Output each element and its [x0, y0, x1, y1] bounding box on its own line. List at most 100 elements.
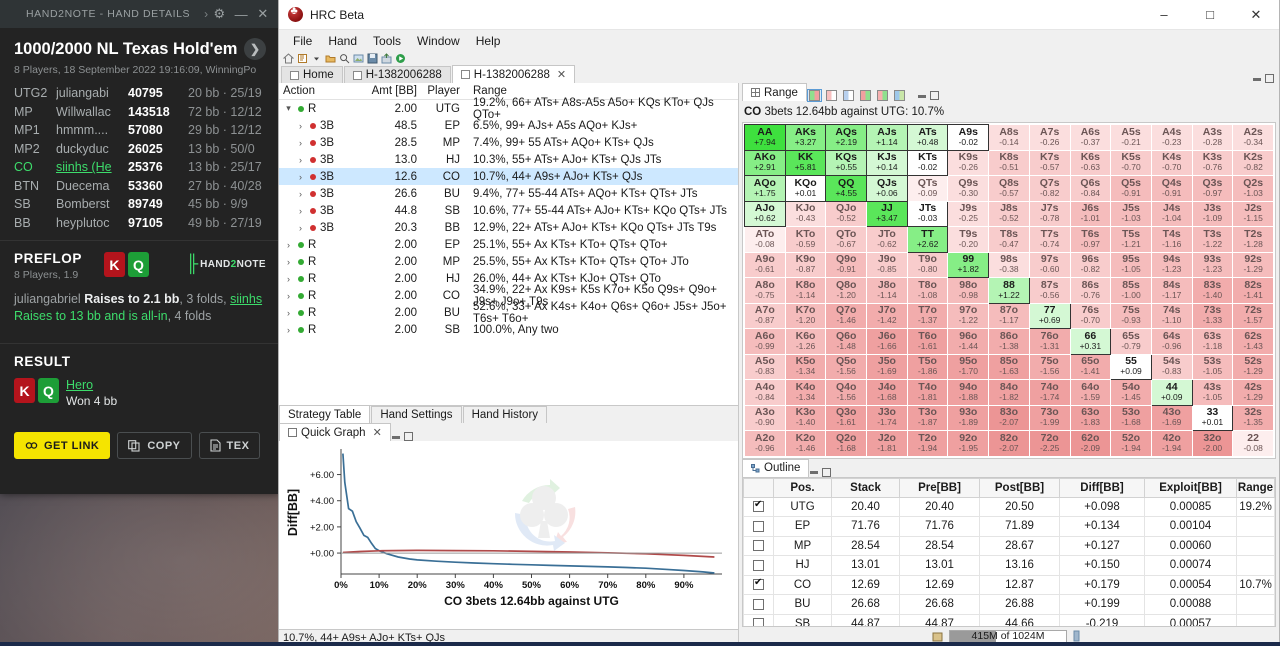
hand-cell-43s[interactable]: 43s -1.05: [1191, 379, 1234, 406]
hand-cell-ATo[interactable]: ATo -0.08: [744, 226, 786, 253]
hand-cell-AA[interactable]: AA +7.94: [744, 124, 786, 151]
range-view-2-icon[interactable]: [825, 90, 838, 101]
hand-cell-A5s[interactable]: A5s -0.21: [1110, 124, 1152, 151]
hand-cell-A7s[interactable]: A7s -0.26: [1028, 124, 1071, 151]
outline-col-pos[interactable]: Pos.: [773, 477, 832, 498]
hand-cell-64s[interactable]: 64s -0.96: [1150, 328, 1193, 355]
player-name[interactable]: Bomberst: [56, 197, 128, 211]
expand-toggle-icon[interactable]: ›: [295, 189, 306, 199]
hand-cell-53o[interactable]: 53o -1.68: [1110, 404, 1152, 431]
hand-cell-95s[interactable]: 95s -1.05: [1110, 251, 1152, 278]
hand-cell-77[interactable]: 77 +0.69: [1028, 302, 1071, 329]
close-icon[interactable]: ✕: [373, 426, 382, 439]
outline-col-range[interactable]: Range: [1236, 477, 1275, 498]
hand-cell-76o[interactable]: 76o -1.31: [1028, 328, 1071, 355]
hand-cell-22[interactable]: 22 -0.08: [1232, 430, 1274, 457]
hand-cell-KQo[interactable]: KQo +0.01: [784, 175, 827, 202]
tab-h-1382006288[interactable]: H-1382006288: [343, 66, 451, 83]
hand-cell-J8o[interactable]: J8o -1.14: [866, 277, 908, 304]
player-name[interactable]: Duecema: [56, 179, 128, 193]
range-view-1-icon[interactable]: [806, 89, 822, 102]
hand-cell-A9s[interactable]: A9s -0.02: [947, 124, 990, 151]
menu-file[interactable]: File: [285, 32, 320, 50]
hand-cell-K4s[interactable]: K4s -0.70: [1150, 149, 1193, 176]
hand-cell-T2o[interactable]: T2o -1.94: [906, 430, 949, 457]
hand-cell-A2s[interactable]: A2s -0.34: [1232, 124, 1274, 151]
player-row[interactable]: UTG2 juliangabi 40795 20 bb · 25/19: [14, 84, 266, 103]
hand-cell-94o[interactable]: 94o -1.88: [947, 379, 990, 406]
hand-cell-Q2s[interactable]: Q2s -1.03: [1232, 175, 1274, 202]
hand-cell-66[interactable]: 66 +0.31: [1069, 328, 1112, 355]
hand-cell-T7o[interactable]: T7o -1.37: [906, 302, 949, 329]
table-row[interactable]: › 3B 20.3 BB 12.9%, 22+ ATs+ AJo+ KTs+ KQo Q…: [279, 219, 738, 236]
panel-minimize-icon[interactable]: [917, 94, 926, 98]
new-icon[interactable]: [297, 53, 308, 64]
result-hero-label[interactable]: Hero: [66, 378, 117, 392]
hand-cell-72s[interactable]: 72s -1.57: [1232, 302, 1274, 329]
checkbox-icon[interactable]: [753, 520, 764, 532]
player-name[interactable]: hmmm....: [56, 123, 128, 137]
table-row[interactable]: BU 26.68 26.68 26.88 +0.199 0.00088: [743, 594, 1275, 615]
hand-cell-J9s[interactable]: J9s -0.25: [947, 200, 990, 227]
row-checkbox-cell[interactable]: [743, 574, 774, 595]
player-row[interactable]: CO siinhs (He 25376 13 bb · 25/17: [14, 158, 266, 177]
panel-maximize-icon[interactable]: [822, 467, 832, 477]
dropdown-icon[interactable]: [311, 53, 322, 64]
outline-col-exploitbb[interactable]: Exploit[BB]: [1144, 477, 1237, 498]
close-icon[interactable]: ✕: [252, 6, 274, 22]
hand-cell-T2s[interactable]: T2s -1.28: [1232, 226, 1274, 253]
hand-cell-43o[interactable]: 43o -1.69: [1150, 404, 1193, 431]
panel-minimize-icon[interactable]: [391, 435, 400, 439]
range-view-3-icon[interactable]: [842, 90, 855, 101]
hand-cell-A3o[interactable]: A3o -0.90: [744, 404, 786, 431]
table-row[interactable]: CO12.6912.6912.87+0.1790.0005410.7%: [743, 574, 1275, 595]
hand-cell-97s[interactable]: 97s -0.60: [1028, 251, 1071, 278]
hand-cell-92s[interactable]: 92s -1.29: [1232, 251, 1274, 278]
row-checkbox-cell[interactable]: [743, 496, 774, 517]
table-row[interactable]: ▾ R 2.00 UTG 19.2%, 66+ ATs+ A8s-A5s A5o+ KQ…: [279, 97, 738, 121]
expand-toggle-icon[interactable]: ›: [283, 291, 294, 301]
image-icon[interactable]: [353, 53, 364, 64]
hand-cell-74s[interactable]: 74s -1.10: [1150, 302, 1193, 329]
search-icon[interactable]: [339, 53, 350, 64]
hand-cell-QQ[interactable]: QQ +4.55: [825, 175, 868, 202]
hand-cell-65o[interactable]: 65o -1.41: [1069, 353, 1112, 380]
panel-maximize-icon[interactable]: [403, 432, 413, 441]
hand-cell-AJo[interactable]: AJo +0.62: [744, 200, 786, 227]
tab-hand-history[interactable]: Hand History: [462, 406, 548, 423]
hand-cell-94s[interactable]: 94s -1.23: [1150, 251, 1193, 278]
expand-toggle-icon[interactable]: ›: [295, 121, 306, 131]
hand-cell-K2s[interactable]: K2s -0.82: [1232, 149, 1274, 176]
hand-cell-K5s[interactable]: K5s -0.70: [1110, 149, 1152, 176]
expand-toggle-icon[interactable]: ›: [295, 138, 306, 148]
hand-cell-T8o[interactable]: T8o -1.08: [906, 277, 949, 304]
hand-cell-96s[interactable]: 96s -0.82: [1069, 251, 1112, 278]
hand-cell-Q6s[interactable]: Q6s -0.84: [1069, 175, 1112, 202]
hand-cell-52s[interactable]: 52s -1.29: [1232, 353, 1274, 380]
hand-cell-AKo[interactable]: AKo +2.91: [744, 149, 786, 176]
hand-cell-T4o[interactable]: T4o -1.81: [906, 379, 949, 406]
hand-cell-A3s[interactable]: A3s -0.28: [1191, 124, 1234, 151]
hand-cell-KTo[interactable]: KTo -0.59: [784, 226, 827, 253]
hand-cell-K2o[interactable]: K2o -1.46: [784, 430, 827, 457]
hand-cell-K7o[interactable]: K7o -1.20: [784, 302, 827, 329]
hand-cell-82o[interactable]: 82o -2.07: [988, 430, 1030, 457]
hand-cell-KTs[interactable]: KTs -0.02: [906, 149, 949, 176]
hand-cell-54o[interactable]: 54o -1.45: [1110, 379, 1152, 406]
hand-cell-T7s[interactable]: T7s -0.74: [1028, 226, 1071, 253]
hand-cell-63o[interactable]: 63o -1.83: [1069, 404, 1112, 431]
checkbox-icon[interactable]: [753, 618, 764, 627]
copy-button[interactable]: COPY: [117, 432, 192, 459]
range-view-4-icon[interactable]: [859, 90, 872, 101]
hand-cell-32s[interactable]: 32s -1.35: [1232, 404, 1274, 431]
hand-cell-A7o[interactable]: A7o -0.87: [744, 302, 786, 329]
hand-cell-K8o[interactable]: K8o -1.14: [784, 277, 827, 304]
row-checkbox-cell[interactable]: [743, 516, 774, 537]
hand-cell-A6o[interactable]: A6o -0.99: [744, 328, 786, 355]
hand-cell-J4s[interactable]: J4s -1.04: [1150, 200, 1193, 227]
hand-cell-88[interactable]: 88 +1.22: [988, 277, 1030, 304]
hand-cell-T9s[interactable]: T9s -0.20: [947, 226, 990, 253]
table-row[interactable]: › R 2.00 SB 100.0%, Any two: [279, 321, 738, 338]
hand-cell-K6o[interactable]: K6o -1.26: [784, 328, 827, 355]
hand-cell-KK[interactable]: KK +5.81: [784, 149, 827, 176]
